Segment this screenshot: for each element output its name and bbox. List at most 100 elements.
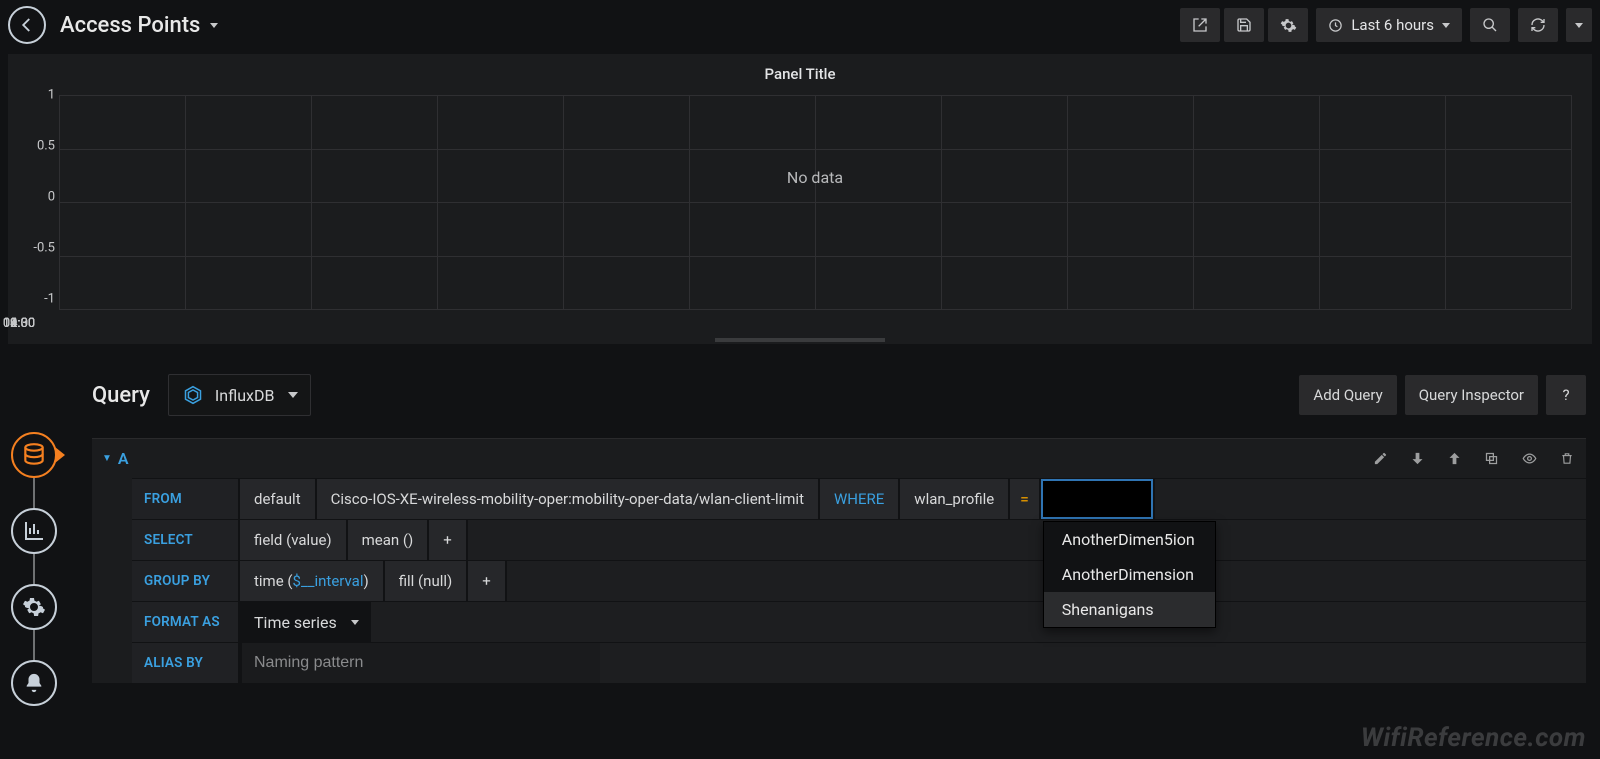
y-tick: 0 bbox=[19, 190, 55, 205]
query-row-actions bbox=[1373, 451, 1574, 466]
move-up-button[interactable] bbox=[1447, 451, 1462, 466]
influxdb-icon bbox=[183, 385, 203, 405]
tab-general[interactable] bbox=[11, 584, 57, 630]
from-measurement-segment[interactable]: Cisco-IOS-XE-wireless-mobility-oper:mobi… bbox=[315, 479, 818, 519]
toggle-visibility-button[interactable] bbox=[1521, 451, 1538, 466]
dropdown-option[interactable]: Shenanigans bbox=[1044, 592, 1215, 627]
query-row-id: A bbox=[118, 449, 129, 468]
page-title[interactable]: Access Points bbox=[60, 13, 218, 38]
query-row-header[interactable]: ▼ A bbox=[92, 439, 1586, 478]
query-section-title: Query bbox=[92, 383, 150, 408]
query-help-button[interactable]: ? bbox=[1546, 375, 1586, 415]
groupby-label: GROUP BY bbox=[132, 561, 240, 601]
editor-tab-rail bbox=[8, 432, 60, 706]
where-value-input[interactable] bbox=[1041, 479, 1153, 519]
refresh-interval-button[interactable] bbox=[1566, 8, 1592, 42]
trash-icon bbox=[1560, 451, 1574, 466]
duplicate-button[interactable] bbox=[1484, 451, 1499, 466]
select-field-segment[interactable]: field (value) bbox=[240, 520, 346, 560]
database-icon bbox=[21, 442, 47, 468]
save-icon bbox=[1236, 17, 1252, 33]
chart-icon bbox=[22, 519, 46, 543]
top-bar: Access Points Last 6 hours bbox=[0, 0, 1600, 48]
graph-panel: Panel Title 1 0.5 0 -0.5 -1 No data bbox=[8, 54, 1592, 344]
query-header: Query InfluxDB Add Query Query Inspector… bbox=[92, 374, 1586, 438]
time-range-label: Last 6 hours bbox=[1351, 16, 1434, 34]
alias-input[interactable] bbox=[240, 643, 600, 683]
clock-icon bbox=[1328, 18, 1343, 33]
chart-area[interactable]: 1 0.5 0 -0.5 -1 No data 09:00 bbox=[19, 87, 1581, 337]
chevron-down-icon bbox=[351, 620, 359, 625]
where-value-segment[interactable] bbox=[1039, 479, 1153, 519]
alias-row: ALIAS BY bbox=[132, 642, 1586, 683]
pencil-icon bbox=[1373, 451, 1388, 466]
datasource-select[interactable]: InfluxDB bbox=[168, 374, 312, 416]
chevron-down-icon: ▼ bbox=[102, 453, 112, 464]
y-tick: -1 bbox=[19, 292, 55, 307]
groupby-row: GROUP BY time ($__interval) fill (null) … bbox=[132, 560, 1586, 601]
time-range-button[interactable]: Last 6 hours bbox=[1316, 8, 1462, 42]
bell-icon bbox=[23, 672, 45, 694]
select-agg-segment[interactable]: mean () bbox=[346, 520, 428, 560]
where-value-dropdown[interactable]: AnotherDimen5ion AnotherDimension Shenan… bbox=[1043, 521, 1216, 628]
move-down-button[interactable] bbox=[1410, 451, 1425, 466]
groupby-time-segment[interactable]: time ($__interval) bbox=[240, 561, 383, 601]
from-policy-segment[interactable]: default bbox=[240, 479, 315, 519]
search-icon bbox=[1482, 17, 1498, 33]
chevron-down-icon bbox=[288, 392, 298, 398]
back-button[interactable] bbox=[8, 6, 46, 44]
eye-icon bbox=[1521, 451, 1538, 466]
arrow-left-icon bbox=[18, 16, 36, 34]
plot-grid: No data bbox=[59, 95, 1571, 309]
settings-button[interactable] bbox=[1268, 8, 1308, 42]
save-button[interactable] bbox=[1224, 8, 1264, 42]
toolbar: Last 6 hours bbox=[1180, 8, 1592, 42]
query-inspector-button[interactable]: Query Inspector bbox=[1405, 375, 1538, 415]
gear-icon bbox=[22, 595, 46, 619]
delete-button[interactable] bbox=[1560, 451, 1574, 466]
share-icon bbox=[1192, 17, 1208, 33]
share-button[interactable] bbox=[1180, 8, 1220, 42]
dropdown-option[interactable]: AnotherDimen5ion bbox=[1044, 522, 1215, 557]
x-tick: 14:30 bbox=[3, 316, 35, 331]
tab-alert[interactable] bbox=[11, 660, 57, 706]
edit-button[interactable] bbox=[1373, 451, 1388, 466]
copy-icon bbox=[1484, 451, 1499, 466]
arrow-down-icon bbox=[1410, 451, 1425, 466]
where-tag-segment[interactable]: wlan_profile bbox=[898, 479, 1008, 519]
panel-title[interactable]: Panel Title bbox=[9, 55, 1591, 87]
panel-resize-handle[interactable] bbox=[9, 337, 1591, 343]
where-op-segment[interactable]: = bbox=[1008, 479, 1039, 519]
y-tick: 0.5 bbox=[19, 139, 55, 154]
zoom-out-button[interactable] bbox=[1470, 8, 1510, 42]
watermark: WifiReference.com bbox=[1361, 723, 1586, 753]
chevron-down-icon bbox=[1575, 23, 1583, 28]
select-label: SELECT bbox=[132, 520, 240, 560]
alias-input-wrap bbox=[240, 643, 600, 683]
y-tick: 1 bbox=[19, 88, 55, 103]
groupby-add-segment[interactable]: + bbox=[466, 561, 505, 601]
select-add-segment[interactable]: + bbox=[427, 520, 466, 560]
refresh-button[interactable] bbox=[1518, 8, 1558, 42]
query-editor: ▼ A FROM default Cisco-IOS-XE-wireless-m… bbox=[92, 438, 1586, 683]
query-actions: Add Query Query Inspector ? bbox=[1299, 375, 1586, 415]
where-keyword[interactable]: WHERE bbox=[818, 479, 898, 519]
groupby-fill-segment[interactable]: fill (null) bbox=[383, 561, 467, 601]
from-label: FROM bbox=[132, 479, 240, 519]
format-value: Time series bbox=[254, 613, 337, 632]
format-select[interactable]: Time series bbox=[240, 602, 371, 642]
dropdown-option[interactable]: AnotherDimension bbox=[1044, 557, 1215, 592]
arrow-up-icon bbox=[1447, 451, 1462, 466]
tab-queries[interactable] bbox=[11, 432, 57, 478]
format-label: FORMAT AS bbox=[132, 602, 240, 642]
format-row: FORMAT AS Time series bbox=[132, 601, 1586, 642]
tab-visualization[interactable] bbox=[11, 508, 57, 554]
row-fill bbox=[1153, 479, 1586, 519]
row-fill bbox=[371, 602, 1586, 642]
y-tick: -0.5 bbox=[19, 241, 55, 256]
datasource-name: InfluxDB bbox=[215, 386, 275, 405]
from-row: FROM default Cisco-IOS-XE-wireless-mobil… bbox=[132, 478, 1586, 519]
alias-label: ALIAS BY bbox=[132, 643, 240, 683]
add-query-button[interactable]: Add Query bbox=[1299, 375, 1396, 415]
chevron-down-icon bbox=[1442, 23, 1450, 28]
